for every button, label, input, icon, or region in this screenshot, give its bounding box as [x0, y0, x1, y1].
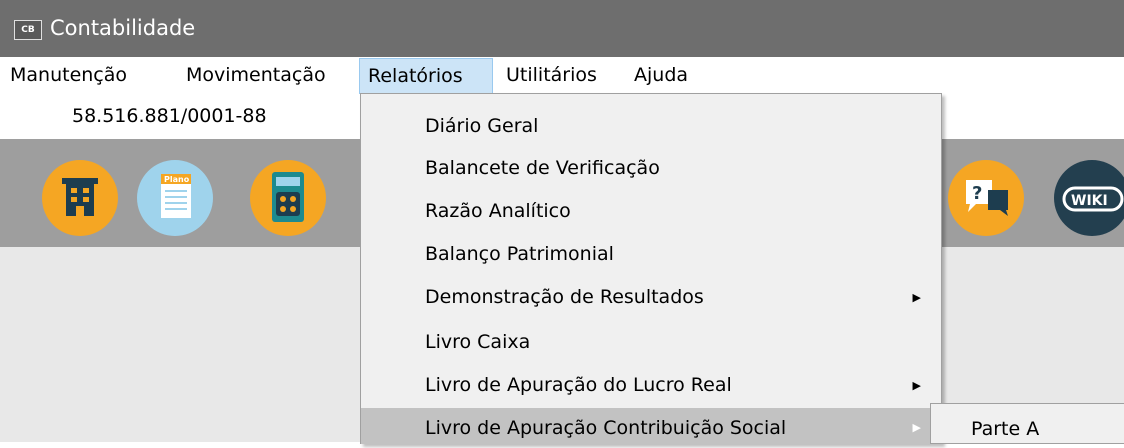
svg-text:WIKI: WIKI: [1071, 193, 1108, 209]
menu-item-label: Livro Caixa: [425, 331, 531, 353]
menu-item-label: Demonstração de Resultados: [425, 286, 704, 308]
title-bar: CB Contabilidade: [0, 0, 1124, 57]
svg-text:?: ?: [972, 183, 982, 204]
wiki-icon[interactable]: WIKI: [1054, 160, 1124, 236]
contribuicao-social-submenu: Parte A: [930, 403, 1124, 444]
menu-item-livro-caixa[interactable]: Livro Caixa: [361, 321, 941, 364]
menu-item-balancete-verificacao[interactable]: Balancete de Verificação: [361, 147, 941, 190]
menu-ajuda[interactable]: Ajuda: [634, 57, 688, 93]
menu-item-livro-lucro-real[interactable]: Livro de Apuração do Lucro Real ▶: [361, 364, 941, 407]
menu-item-label: Diário Geral: [425, 115, 539, 137]
plano-document-icon[interactable]: Plano: [137, 160, 213, 236]
menu-item-label: Razão Analítico: [425, 200, 571, 222]
menu-bar: Manutenção Movimentação Relatórios Utili…: [0, 57, 1124, 94]
svg-text:Plano: Plano: [164, 175, 190, 184]
submenu-item-parte-a[interactable]: Parte A: [971, 412, 1039, 446]
menu-manutencao[interactable]: Manutenção: [10, 57, 127, 93]
menu-item-label: Balancete de Verificação: [425, 157, 660, 179]
menu-item-label: Livro de Apuração Contribuição Social: [425, 417, 787, 439]
calculator-icon[interactable]: [250, 160, 326, 236]
menu-movimentacao[interactable]: Movimentação: [186, 57, 326, 93]
company-cnpj: 58.516.881/0001-88: [72, 105, 267, 127]
menu-item-razao-analitico[interactable]: Razão Analítico: [361, 190, 941, 233]
submenu-arrow-icon: ▶: [912, 291, 921, 304]
window-title: Contabilidade: [50, 16, 196, 40]
menu-relatorios[interactable]: Relatórios: [359, 58, 493, 94]
menu-item-demonstracao-resultados[interactable]: Demonstração de Resultados ▶: [361, 276, 941, 319]
submenu-arrow-icon: ▶: [912, 421, 921, 434]
menu-item-diario-geral[interactable]: Diário Geral: [361, 105, 941, 148]
menu-item-balanco-patrimonial[interactable]: Balanço Patrimonial: [361, 233, 941, 276]
app-logo-icon: CB: [14, 20, 42, 40]
menu-item-livro-contribuicao-social[interactable]: Livro de Apuração Contribuição Social ▶: [361, 408, 941, 444]
menu-item-label: Balanço Patrimonial: [425, 243, 614, 265]
relatorios-dropdown-menu: Diário Geral Balancete de Verificação Ra…: [360, 93, 942, 444]
company-building-icon[interactable]: [42, 160, 118, 236]
menu-item-label: Livro de Apuração do Lucro Real: [425, 374, 732, 396]
submenu-arrow-icon: ▶: [912, 379, 921, 392]
help-chat-icon[interactable]: ?: [948, 160, 1024, 236]
menu-utilitarios[interactable]: Utilitários: [506, 57, 597, 93]
